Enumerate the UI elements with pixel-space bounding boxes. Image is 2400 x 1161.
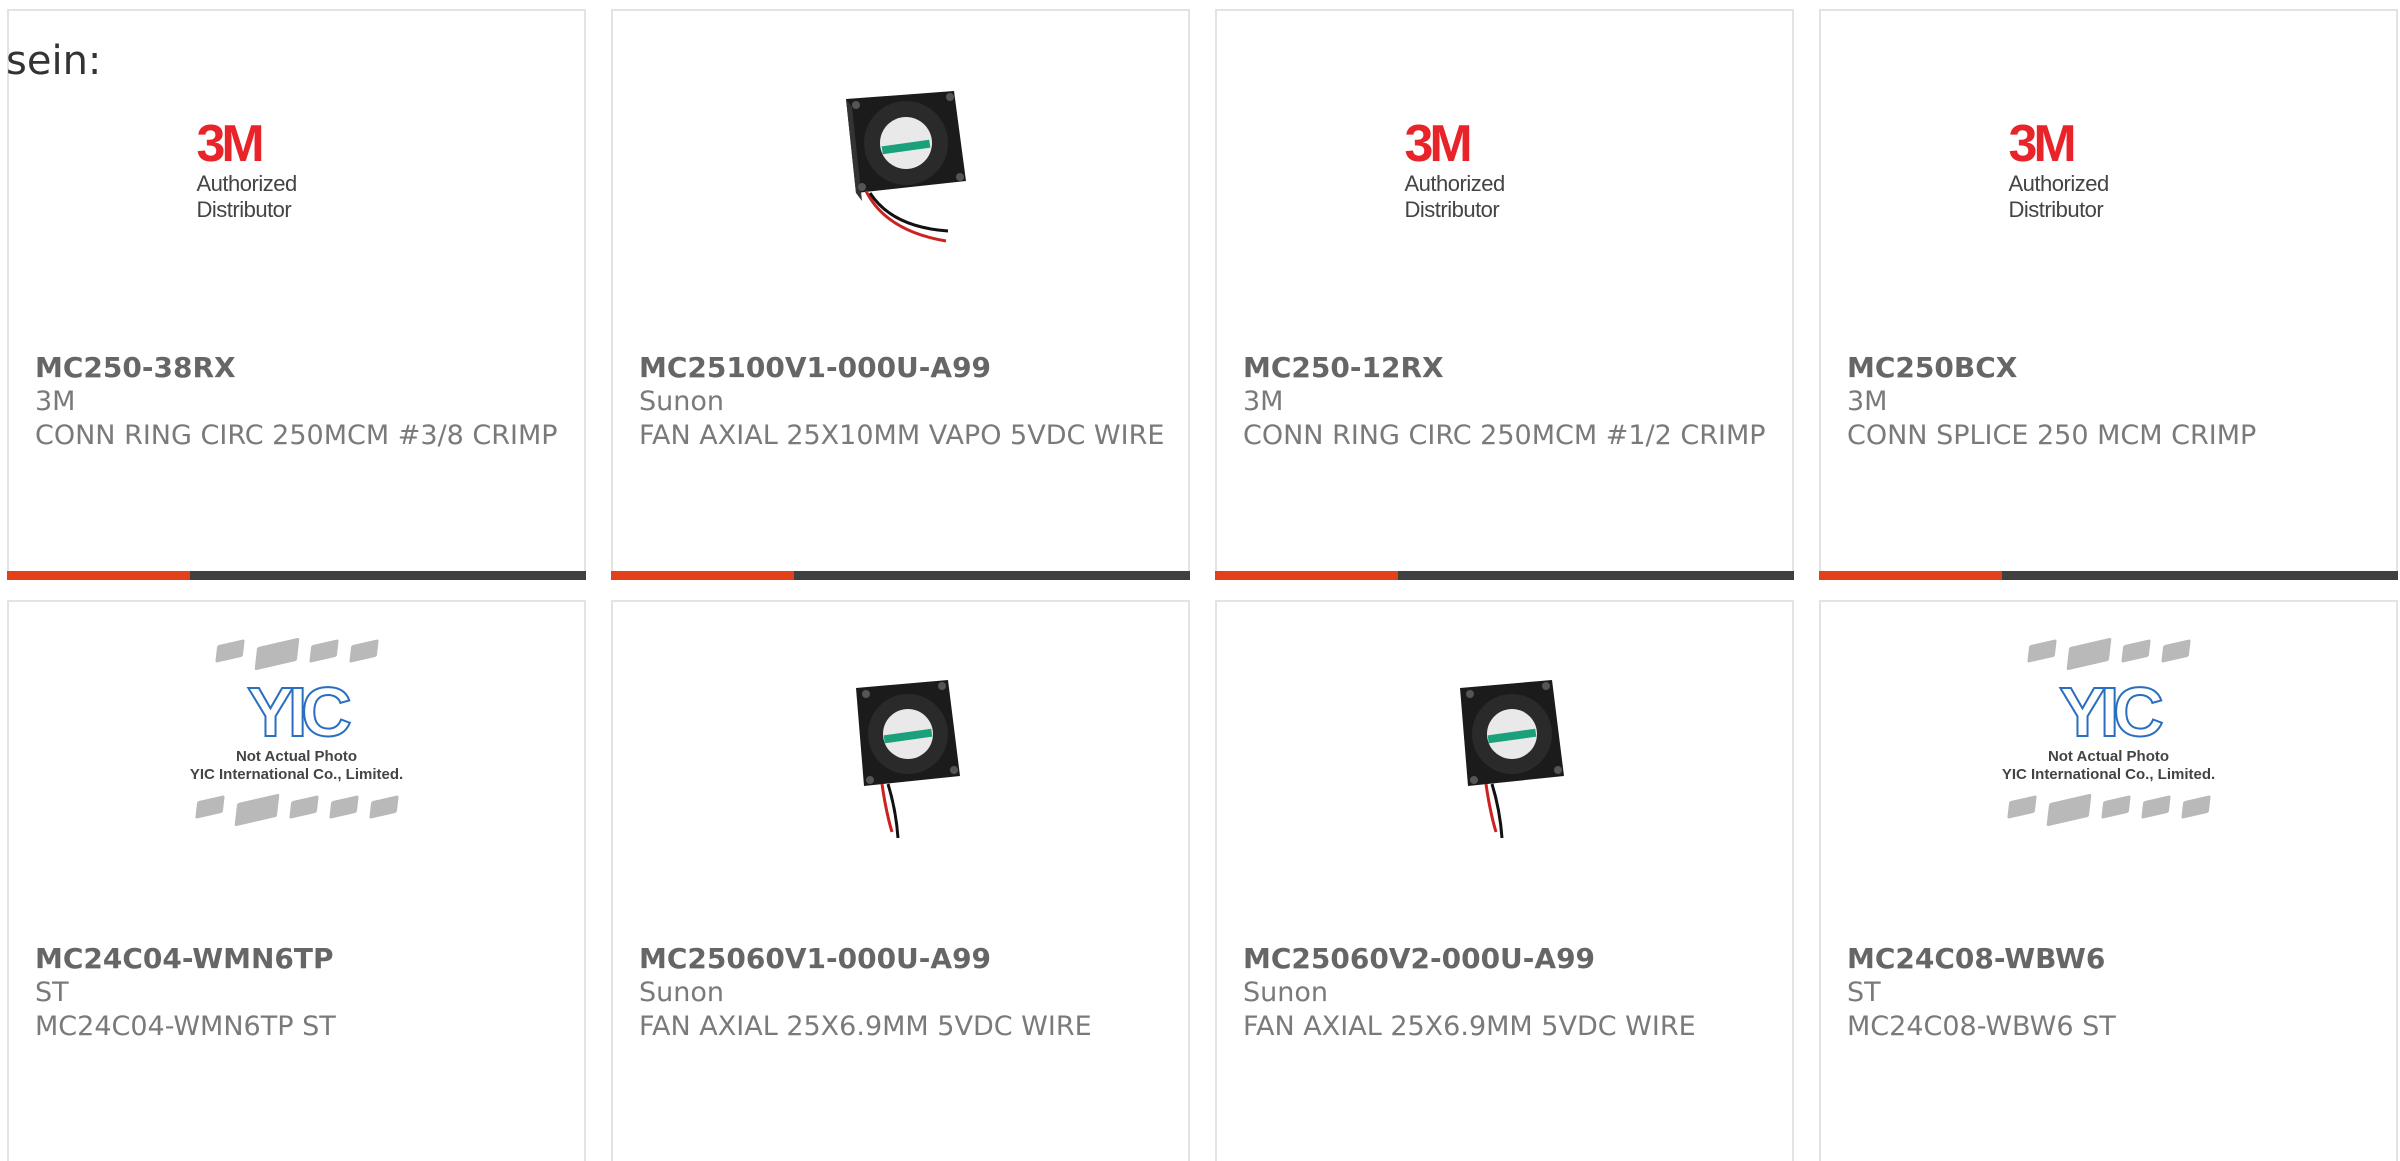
manufacturer: ST — [35, 977, 69, 1008]
fan-photo — [845, 91, 966, 243]
product-card[interactable]: MC25060V2-000U-A99 Sunon FAN AXIAL 25X6.… — [1215, 600, 1794, 1161]
part-number[interactable]: MC25060V2-000U-A99 — [1243, 942, 1772, 976]
manufacturer: Sunon — [639, 977, 724, 1008]
card-bottom-bar — [611, 571, 1190, 580]
part-number[interactable]: MC24C04-WMN6TP — [35, 942, 564, 976]
part-number[interactable]: MC25100V1-000U-A99 — [639, 351, 1168, 385]
product-description: FAN AXIAL 25X10MM VAPO 5VDC WIRE — [639, 420, 1165, 451]
manufacturer: Sunon — [639, 386, 724, 417]
product-card[interactable]: 3M Authorized Distributor MC250-12RX 3M … — [1215, 9, 1794, 580]
part-number[interactable]: MC250-12RX — [1243, 351, 1772, 385]
manufacturer: Sunon — [1243, 977, 1328, 1008]
manufacturer: 3M — [1243, 386, 1284, 417]
product-card[interactable]: YIC Not Actual Photo YIC International C… — [1819, 600, 2398, 1161]
product-image[interactable] — [613, 642, 1188, 882]
product-card[interactable]: 3M Authorized Distributor MC250BCX 3M CO… — [1819, 9, 2398, 580]
product-card[interactable]: 3M Authorized Distributor MC250-38RX 3M … — [7, 9, 586, 580]
product-description: MC24C08-WBW6 ST — [1847, 1011, 2116, 1042]
product-image[interactable]: YIC Not Actual Photo YIC International C… — [1821, 637, 2396, 882]
product-description: FAN AXIAL 25X6.9MM 5VDC WIRE — [639, 1011, 1092, 1042]
intro-text: sein: — [6, 38, 102, 84]
product-card[interactable]: MC25100V1-000U-A99 Sunon FAN AXIAL 25X10… — [611, 9, 1190, 580]
product-description: FAN AXIAL 25X6.9MM 5VDC WIRE — [1243, 1011, 1696, 1042]
yic-placeholder-image: YIC Not Actual Photo YIC International C… — [162, 637, 432, 882]
fan-photo — [855, 680, 960, 839]
yic-placeholder-image: YIC Not Actual Photo YIC International C… — [1974, 637, 2244, 882]
product-card[interactable]: MC25060V1-000U-A99 Sunon FAN AXIAL 25X6.… — [611, 600, 1190, 1161]
manufacturer: 3M — [35, 386, 76, 417]
yic-logo: YIC — [2058, 673, 2165, 751]
product-image[interactable]: YIC Not Actual Photo YIC International C… — [9, 637, 584, 882]
product-image[interactable]: 3M Authorized Distributor — [9, 51, 584, 291]
manufacturer: ST — [1847, 977, 1881, 1008]
part-number[interactable]: MC250-38RX — [35, 351, 564, 385]
product-image[interactable] — [613, 51, 1188, 291]
3m-logo: 3M Authorized Distributor — [2008, 115, 2110, 222]
part-number[interactable]: MC25060V1-000U-A99 — [639, 942, 1168, 976]
product-description: MC24C04-WMN6TP ST — [35, 1011, 336, 1042]
part-number[interactable]: MC24C08-WBW6 — [1847, 942, 2376, 976]
product-card[interactable]: YIC Not Actual Photo YIC International C… — [7, 600, 586, 1161]
card-bottom-bar — [7, 571, 586, 580]
product-image[interactable]: 3M Authorized Distributor — [1217, 51, 1792, 291]
product-grid: 3M Authorized Distributor MC250-38RX 3M … — [0, 0, 2400, 1161]
fan-photo — [1459, 680, 1564, 839]
3m-logo: 3M Authorized Distributor — [196, 115, 298, 222]
3m-logo: 3M Authorized Distributor — [1404, 115, 1506, 222]
card-bottom-bar — [1819, 571, 2398, 580]
yic-logo: YIC — [246, 673, 353, 751]
product-description: CONN RING CIRC 250MCM #1/2 CRIMP — [1243, 420, 1766, 451]
card-bottom-bar — [1215, 571, 1794, 580]
manufacturer: 3M — [1847, 386, 1888, 417]
product-image[interactable]: 3M Authorized Distributor — [1821, 51, 2396, 291]
part-number[interactable]: MC250BCX — [1847, 351, 2376, 385]
product-image[interactable] — [1217, 642, 1792, 882]
product-description: CONN SPLICE 250 MCM CRIMP — [1847, 420, 2257, 451]
product-description: CONN RING CIRC 250MCM #3/8 CRIMP — [35, 420, 558, 451]
